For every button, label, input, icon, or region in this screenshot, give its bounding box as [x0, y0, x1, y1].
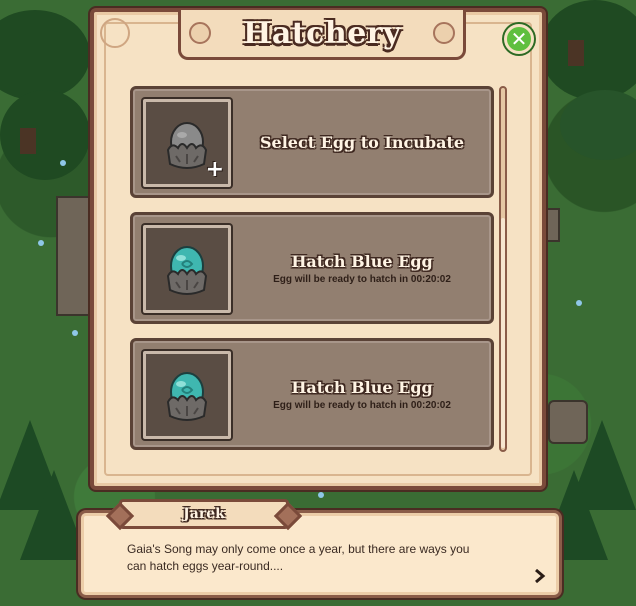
dialog-line: can hatch eggs year-round....	[127, 559, 284, 573]
incubator-slot[interactable]: Hatch Blue Egg Egg will be ready to hatc…	[130, 338, 494, 450]
flower	[318, 492, 324, 498]
hatch-timer: Egg will be ready to hatch in 00:20:02	[273, 399, 451, 411]
close-icon: ✕	[510, 27, 528, 51]
tree-canopy	[0, 90, 90, 180]
incubator-slot-list: + Select Egg to Incubate Hatch Blue Egg …	[130, 86, 494, 464]
stone-ruin	[56, 196, 92, 316]
blue-egg-icon	[166, 246, 208, 295]
slot-thumbnail: +	[143, 99, 231, 187]
slot-thumbnail	[143, 351, 231, 439]
speaker-name: Jarek	[183, 506, 225, 522]
tree-canopy	[0, 10, 90, 100]
slot-text: Hatch Blue Egg Egg will be ready to hatc…	[241, 215, 483, 321]
slot-title: Hatch Blue Egg	[291, 251, 433, 271]
slot-title: Hatch Blue Egg	[291, 377, 433, 397]
corner-ornament	[100, 18, 130, 48]
speaker-tag: Jarek	[119, 499, 289, 529]
chevron-right-icon	[535, 569, 546, 583]
close-button[interactable]: ✕	[504, 24, 534, 54]
incubator-slot[interactable]: Hatch Blue Egg Egg will be ready to hatc…	[130, 212, 494, 324]
scrollbar[interactable]	[499, 86, 507, 452]
blue-egg-icon	[166, 372, 208, 421]
dialog-line: Gaia's Song may only come once a year, b…	[127, 542, 470, 556]
flower	[576, 300, 582, 306]
tree-trunk	[568, 40, 584, 66]
panel-title: Hatchery	[242, 16, 402, 51]
dialog-next-button[interactable]	[531, 567, 549, 585]
tree-canopy	[560, 90, 636, 160]
tree-trunk	[20, 128, 36, 154]
stone-ruin	[544, 208, 560, 242]
hatchery-panel: Hatchery ✕ + Select Egg to Incubate Hatc…	[90, 8, 546, 490]
slot-text: Select Egg to Incubate	[241, 89, 483, 195]
dialog-box[interactable]: Jarek Gaia's Song may only come once a y…	[78, 499, 562, 598]
tree-canopy	[540, 0, 636, 100]
hatch-timer: Egg will be ready to hatch in 00:20:02	[273, 273, 451, 285]
add-egg-icon: +	[205, 157, 224, 182]
title-banner: Hatchery	[178, 10, 466, 60]
slot-thumbnail	[143, 225, 231, 313]
flower	[72, 330, 78, 336]
slot-title: Select Egg to Incubate	[259, 132, 465, 152]
incubator-slot-empty[interactable]: + Select Egg to Incubate	[130, 86, 494, 198]
flower	[60, 160, 66, 166]
scrollbar-thumb[interactable]	[501, 218, 505, 448]
dialog-text: Gaia's Song may only come once a year, b…	[127, 541, 487, 575]
flower	[38, 240, 44, 246]
slot-text: Hatch Blue Egg Egg will be ready to hatc…	[241, 341, 483, 447]
